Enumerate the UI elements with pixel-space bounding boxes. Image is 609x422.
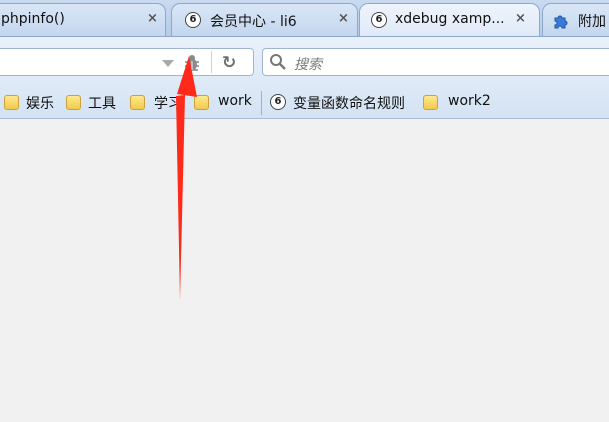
bookmark-label: 娱乐	[26, 96, 54, 112]
url-input[interactable]	[0, 48, 254, 76]
tab-strip: phpinfo() × 6 会员中心 - li6 × 6 xdebug xamp…	[0, 0, 609, 37]
site-favicon-icon: 6	[270, 94, 286, 110]
bookmark-label: work2	[448, 93, 491, 109]
site-favicon-icon: 6	[371, 12, 387, 28]
tab-phpinfo[interactable]: phpinfo() ×	[0, 3, 166, 36]
folder-icon	[423, 95, 438, 110]
toolbar-separator	[211, 51, 212, 73]
tab-addons[interactable]: 附加	[542, 3, 609, 36]
puzzle-icon	[554, 15, 568, 29]
tab-xdebug[interactable]: 6 xdebug xamp... ×	[359, 3, 540, 36]
close-icon[interactable]: ×	[515, 11, 526, 26]
search-icon[interactable]	[269, 53, 287, 71]
history-dropdown-icon[interactable]	[162, 60, 174, 67]
bug-icon[interactable]	[182, 53, 202, 73]
tab-title: xdebug xamp...	[395, 11, 505, 27]
tab-title: phpinfo()	[1, 11, 65, 27]
bookmarks-toolbar: 娱乐 工具 学习 work 6 变量函数命名规则 work2	[0, 87, 609, 119]
bookmark-label: 学习	[154, 96, 182, 112]
navigation-toolbar: ↻ 搜索	[0, 37, 609, 87]
folder-icon	[130, 95, 145, 110]
close-icon[interactable]: ×	[338, 11, 349, 26]
folder-icon	[194, 95, 209, 110]
site-favicon-icon: 6	[185, 12, 201, 28]
bookmark-separator	[261, 91, 262, 115]
bookmark-label: 变量函数命名规则	[293, 96, 405, 112]
close-icon[interactable]: ×	[147, 11, 158, 26]
bookmark-label: 工具	[88, 96, 116, 112]
folder-icon	[4, 95, 19, 110]
tab-member-center[interactable]: 6 会员中心 - li6 ×	[171, 3, 358, 36]
page-content	[0, 119, 609, 422]
tab-title: 附加	[578, 14, 606, 30]
reload-icon[interactable]: ↻	[222, 53, 236, 73]
tab-title: 会员中心 - li6	[210, 14, 297, 30]
folder-icon	[66, 95, 81, 110]
search-placeholder: 搜索	[294, 57, 322, 73]
bookmark-label: work	[218, 93, 252, 109]
